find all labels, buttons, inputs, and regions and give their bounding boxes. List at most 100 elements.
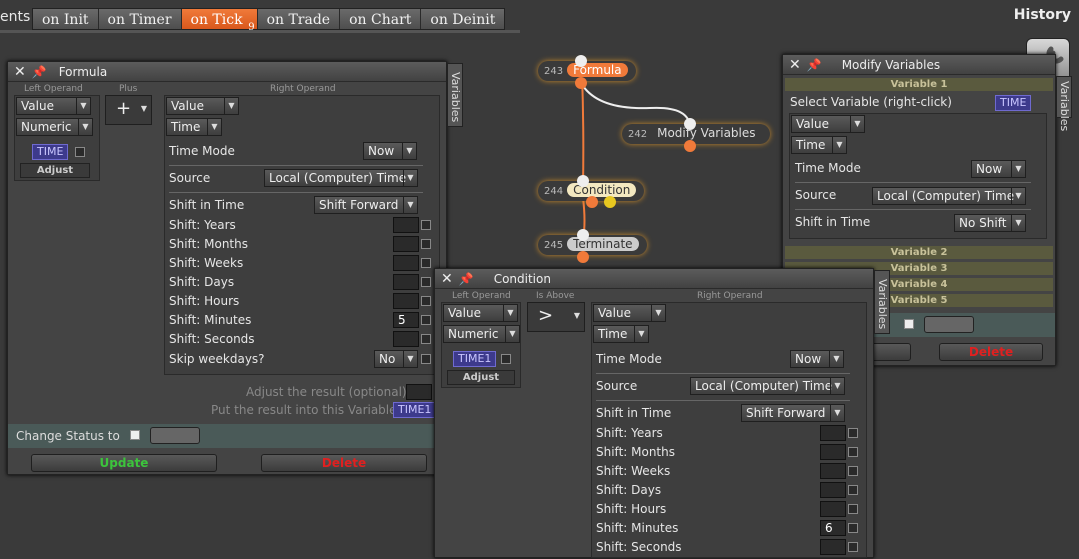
left-value-dropdown[interactable]: Value ▼ xyxy=(443,304,518,322)
chevron-down-icon: ▼ xyxy=(505,326,519,342)
shift-days-checkbox[interactable] xyxy=(848,485,858,495)
modify-value-dropdown[interactable]: Value ▼ xyxy=(791,115,865,133)
close-icon[interactable]: ✕ xyxy=(789,57,801,73)
node-formula[interactable]: 243 Formula xyxy=(538,61,636,81)
node-connector[interactable] xyxy=(604,196,616,208)
left-variable-badge[interactable]: TIME1 xyxy=(453,351,497,367)
modify-update-button[interactable] xyxy=(869,343,911,361)
time-mode-dropdown[interactable]: Now ▼ xyxy=(363,142,417,160)
shift-months-input[interactable] xyxy=(393,236,419,252)
source-dropdown[interactable]: Local (Computer) Time ▼ xyxy=(264,169,418,187)
shift-months-checkbox[interactable] xyxy=(848,447,858,457)
variable-1-header[interactable]: Variable 1 xyxy=(785,78,1053,91)
shift-seconds-input[interactable] xyxy=(820,539,846,555)
shift-weeks-checkbox[interactable] xyxy=(421,258,431,268)
variables-tab[interactable]: Variables xyxy=(447,63,463,127)
shift-dropdown[interactable]: Shift Forward ▼ xyxy=(314,196,418,214)
modify-type-dropdown[interactable]: Time ▼ xyxy=(791,136,847,154)
adjust-button[interactable]: Adjust xyxy=(20,163,90,178)
shift-days-checkbox[interactable] xyxy=(421,277,431,287)
shift-weeks-checkbox[interactable] xyxy=(848,466,858,476)
delete-button[interactable]: Delete xyxy=(939,343,1043,361)
shift-months-input[interactable] xyxy=(820,444,846,460)
adjust-result-input[interactable] xyxy=(406,384,432,400)
time-mode-dropdown[interactable]: Now ▼ xyxy=(971,160,1026,178)
update-button[interactable]: Update xyxy=(31,454,217,472)
shift-dropdown[interactable]: Shift Forward ▼ xyxy=(741,404,845,422)
shift-hours-checkbox[interactable] xyxy=(848,504,858,514)
shift-years-checkbox[interactable] xyxy=(848,428,858,438)
source-dropdown[interactable]: Local (Computer) Time ▼ xyxy=(872,187,1026,205)
pin-icon[interactable]: 📌 xyxy=(807,58,822,72)
shift-dropdown[interactable]: No Shift ▼ xyxy=(954,214,1026,232)
right-type-dropdown[interactable]: Time ▼ xyxy=(166,118,222,136)
shift-years-checkbox[interactable] xyxy=(421,220,431,230)
shift-days-input[interactable] xyxy=(820,482,846,498)
panel-title: Formula xyxy=(58,64,108,79)
shift-minutes-input[interactable]: 6 xyxy=(820,520,846,536)
node-connector[interactable] xyxy=(575,55,587,67)
skip-weekdays-dropdown[interactable]: No ▼ xyxy=(374,350,418,368)
node-connector[interactable] xyxy=(577,229,589,241)
change-status-input[interactable] xyxy=(150,427,200,444)
select-variable-badge[interactable]: TIME xyxy=(995,95,1032,111)
shift-seconds-checkbox[interactable] xyxy=(848,542,858,552)
close-icon[interactable]: ✕ xyxy=(14,64,26,80)
result-variable-badge[interactable]: TIME1 xyxy=(393,402,437,418)
change-status-checkbox[interactable] xyxy=(130,430,140,440)
change-status-input[interactable] xyxy=(924,316,974,333)
node-modify-variables[interactable]: 242 Modify Variables xyxy=(622,124,770,144)
source-label: Source xyxy=(169,171,211,185)
left-variable-checkbox[interactable] xyxy=(501,354,511,364)
shift-hours-input[interactable] xyxy=(820,501,846,517)
node-connector[interactable] xyxy=(684,140,696,152)
shift-label: Shift in Time xyxy=(795,215,871,229)
skip-weekdays-checkbox[interactable] xyxy=(421,354,431,364)
formula-title-bar[interactable]: ✕ 📌 Formula xyxy=(8,62,446,82)
condition-title-bar[interactable]: ✕ 📌 Condition xyxy=(435,269,873,289)
node-connector[interactable] xyxy=(577,251,589,263)
shift-seconds-input[interactable] xyxy=(393,331,419,347)
variable-2-header[interactable]: Variable 2 xyxy=(785,246,1053,259)
shift-years-input[interactable] xyxy=(393,217,419,233)
shift-seconds-checkbox[interactable] xyxy=(421,334,431,344)
change-status-checkbox[interactable] xyxy=(904,319,914,329)
operator-dropdown[interactable]: > ▼ xyxy=(527,302,585,332)
variables-tab[interactable]: Variables xyxy=(1056,76,1072,131)
adjust-button[interactable]: Adjust xyxy=(447,370,515,385)
node-connector[interactable] xyxy=(684,118,696,130)
shift-months-checkbox[interactable] xyxy=(421,239,431,249)
node-terminate[interactable]: 245 Terminate xyxy=(538,235,647,255)
time-mode-dropdown[interactable]: Now ▼ xyxy=(790,350,844,368)
right-type-dropdown[interactable]: Time ▼ xyxy=(593,325,649,343)
delete-button[interactable]: Delete xyxy=(261,454,427,472)
shift-weeks-input[interactable] xyxy=(820,463,846,479)
node-connector[interactable] xyxy=(577,175,589,187)
left-type-dropdown[interactable]: Numeric ▼ xyxy=(16,118,93,136)
left-variable-checkbox[interactable] xyxy=(75,147,85,157)
operator-dropdown[interactable]: + ▼ xyxy=(105,95,152,125)
left-variable-badge[interactable]: TIME xyxy=(32,144,69,160)
variables-tab[interactable]: Variables xyxy=(874,270,890,334)
shift-days-input[interactable] xyxy=(393,274,419,290)
right-value-dropdown[interactable]: Value ▼ xyxy=(166,97,239,115)
shift-minutes-checkbox[interactable] xyxy=(848,523,858,533)
source-dropdown[interactable]: Local (Computer) Time ▼ xyxy=(690,377,845,395)
shift-minutes-checkbox[interactable] xyxy=(421,315,431,325)
chevron-down-icon: ▼ xyxy=(207,119,221,135)
pin-icon[interactable]: 📌 xyxy=(459,272,474,286)
shift-weeks-input[interactable] xyxy=(393,255,419,271)
node-connector[interactable] xyxy=(575,77,587,89)
shift-hours-checkbox[interactable] xyxy=(421,296,431,306)
left-type-dropdown[interactable]: Numeric ▼ xyxy=(443,325,520,343)
node-connector[interactable] xyxy=(586,196,598,208)
close-icon[interactable]: ✕ xyxy=(441,271,453,287)
shift-years-input[interactable] xyxy=(820,425,846,441)
shift-minutes-input[interactable]: 5 xyxy=(393,312,419,328)
pin-icon[interactable]: 📌 xyxy=(32,65,47,79)
shift-hours-input[interactable] xyxy=(393,293,419,309)
left-value-dropdown[interactable]: Value ▼ xyxy=(16,97,91,115)
shift-months-label: Shift: Months xyxy=(596,445,675,459)
modify-title-bar[interactable]: ✕ 📌 Modify Variables xyxy=(783,55,1055,75)
right-value-dropdown[interactable]: Value ▼ xyxy=(593,304,666,322)
